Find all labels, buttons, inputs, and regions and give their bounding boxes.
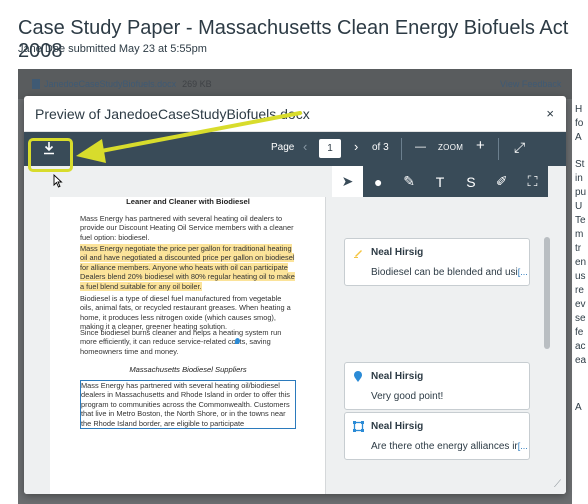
zoom-out-button[interactable]: — [415, 141, 426, 153]
sidebar-text-fragment: fe [575, 327, 584, 338]
document-area: Leaner and Cleaner with Biodiesel Mass E… [24, 197, 566, 494]
divider [498, 138, 499, 160]
area-icon [353, 421, 364, 435]
sidebar-text-fragment: A [575, 402, 582, 413]
sidebar-text-fragment: m [575, 229, 584, 240]
page-number-input[interactable]: 1 [319, 139, 341, 158]
callout-box [28, 138, 73, 172]
pointer-tool-button[interactable]: ➤ [332, 166, 363, 197]
doc-paragraph: Mass Energy has partnered with several h… [80, 214, 294, 242]
page-count: of 3 [372, 142, 389, 153]
file-name: JanedoeCaseStudyBiofuels.docx [44, 79, 177, 89]
comment-text: Very good point! [371, 391, 527, 402]
comment-card[interactable]: Neal Hirsig Biodiesel can be blended and… [344, 238, 530, 286]
annotation-toolbar-row: ➤ ● ✎ T S ✐ ⛶ [24, 166, 566, 197]
area-tool-button[interactable]: ⛶ [517, 166, 548, 197]
comment-body: Biodiesel can be blended and usi [371, 267, 518, 278]
comment-body: Very good point! [371, 391, 444, 402]
zoom-label: ZOOM [438, 143, 464, 152]
fullscreen-button[interactable]: ⤢ [514, 139, 525, 156]
page: Case Study Paper - Massachusetts Clean E… [0, 0, 588, 504]
comment-more-link[interactable]: [...] [518, 267, 527, 277]
file-size: 269 KB [182, 79, 212, 89]
sidebar-text-fragment: A [575, 132, 582, 143]
resize-grip-icon[interactable]: ⟋ [554, 479, 561, 490]
highlight-annotation[interactable]: Mass Energy negotiate the price per gall… [80, 244, 295, 291]
doc-paragraph-highlighted: Mass Energy negotiate the price per gall… [80, 244, 296, 291]
comments-panel: Neal Hirsig Biodiesel can be blended and… [344, 197, 544, 494]
document-page[interactable]: Leaner and Cleaner with Biodiesel Mass E… [50, 197, 326, 494]
sidebar-text-fragment: in [575, 173, 583, 184]
view-feedback-link[interactable]: View Feedback [500, 79, 561, 89]
zoom-in-button[interactable]: + [476, 137, 485, 154]
sidebar-text-fragment: H [575, 104, 583, 115]
submission-info: Jane Doe submitted May 23 at 5:55pm [18, 43, 207, 55]
freedraw-tool-button[interactable]: ✐ [486, 166, 517, 197]
preview-modal: Preview of JanedoeCaseStudyBiofuels.docx… [24, 96, 566, 494]
comment-more-link[interactable]: [...] [518, 441, 527, 451]
comment-text: Biodiesel can be blended and usi[...] [371, 267, 527, 278]
area-annotation[interactable]: Mass Energy has partnered with several h… [80, 380, 296, 430]
annotation-tools: ➤ ● ✎ T S ✐ ⛶ [332, 166, 548, 197]
sidebar-text-fragment: ev [575, 299, 586, 310]
comment-body: Are there othe energy alliances ir [371, 441, 518, 452]
comment-card[interactable]: Neal Hirsig Are there othe energy allian… [344, 412, 530, 460]
file-icon [32, 79, 40, 89]
sidebar-text-fragment: tr [575, 243, 582, 254]
comment-text: Are there othe energy alliances ir[...] [371, 441, 527, 452]
doc-subheading: Massachusetts Biodiesel Suppliers [129, 365, 247, 374]
close-button[interactable]: × [546, 106, 554, 121]
sidebar-text-fragment: ea [575, 355, 587, 366]
sidebar-text-fragment: ac [575, 341, 586, 352]
sidebar-text-fragment: us [575, 271, 586, 282]
sidebar-text-fragment: Te [575, 215, 586, 226]
highlight-icon: ✎ [403, 173, 416, 189]
prev-page-button[interactable]: ‹ [303, 139, 307, 154]
doc-heading: Leaner and Cleaner with Biodiesel [126, 197, 250, 206]
pin-icon [353, 371, 363, 386]
comment-card[interactable]: Neal Hirsig Very good point! [344, 362, 530, 410]
comment-author: Neal Hirsig [371, 371, 424, 382]
page-label: Page [271, 142, 295, 153]
highlight-tool-button[interactable]: ✎ [394, 166, 425, 197]
divider [401, 138, 402, 160]
next-page-button[interactable]: › [354, 139, 358, 154]
sidebar-text-fragment: St [575, 159, 585, 170]
mouse-cursor-icon [53, 174, 63, 188]
strikeout-tool-button[interactable]: S [455, 166, 486, 197]
sidebar-text-fragment: fo [575, 118, 584, 129]
comment-author: Neal Hirsig [371, 247, 424, 258]
point-tool-button[interactable]: ● [363, 166, 394, 197]
doc-paragraph: Biodiesel is a type of diesel fuel manuf… [80, 294, 291, 332]
preview-toolbar: Page ‹ 1 › of 3 — ZOOM + ⤢ [24, 132, 566, 166]
modal-title: Preview of JanedoeCaseStudyBiofuels.docx [35, 106, 310, 122]
sidebar-text-fragment: se [575, 313, 586, 324]
sidebar-text-fragment: U [575, 201, 583, 212]
point-icon: ● [374, 173, 383, 190]
text-tool-button[interactable]: T [425, 166, 456, 197]
file-link[interactable]: JanedoeCaseStudyBiofuels.docx 269 KB [32, 79, 212, 89]
sidebar-text-fragment: re [575, 285, 584, 296]
modal-header: Preview of JanedoeCaseStudyBiofuels.docx… [24, 96, 566, 132]
sidebar-text-fragment: en [575, 257, 587, 268]
pointer-icon: ➤ [341, 173, 354, 189]
sidebar-text-fragment: pu [575, 187, 587, 198]
comment-author: Neal Hirsig [371, 421, 424, 432]
right-sidebar-text: Hfo A St in pu U Te m tr en us re ev se fe ac ea A [572, 69, 588, 504]
scrollbar-thumb[interactable] [544, 237, 550, 349]
page-title: Case Study Paper - Massachusetts Clean E… [18, 17, 569, 62]
text-icon: T [435, 173, 445, 190]
point-annotation-icon[interactable] [235, 338, 240, 344]
area-icon: ⛶ [527, 173, 538, 189]
doc-paragraph: Since biodiesel burns cleaner and helps … [80, 328, 282, 356]
freedraw-icon: ✐ [495, 173, 508, 189]
strikeout-icon: S [466, 173, 476, 190]
highlight-icon [353, 247, 364, 261]
